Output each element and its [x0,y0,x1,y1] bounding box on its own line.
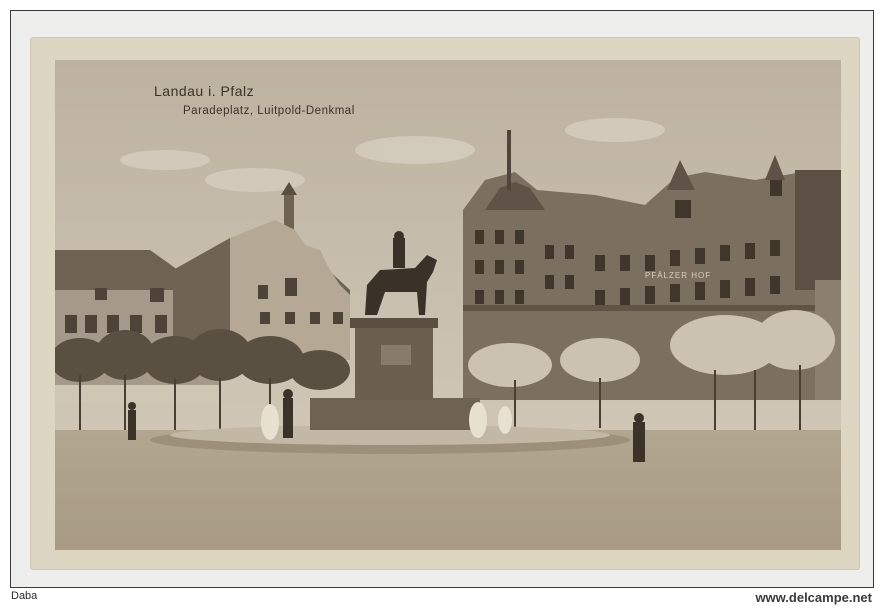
street-scene: PFÄLZER HOF [55,60,841,550]
caption-title: Landau i. Pfalz [154,83,255,99]
seller-name: Daba [11,590,38,602]
site-watermark[interactable]: www.delcampe.net [755,590,872,605]
postcard-photo: PFÄLZER HOF [55,60,841,550]
hotel-sign: PFÄLZER HOF [645,271,711,280]
caption-subtitle: Paradeplatz, Luitpold-Denkmal [183,105,355,117]
